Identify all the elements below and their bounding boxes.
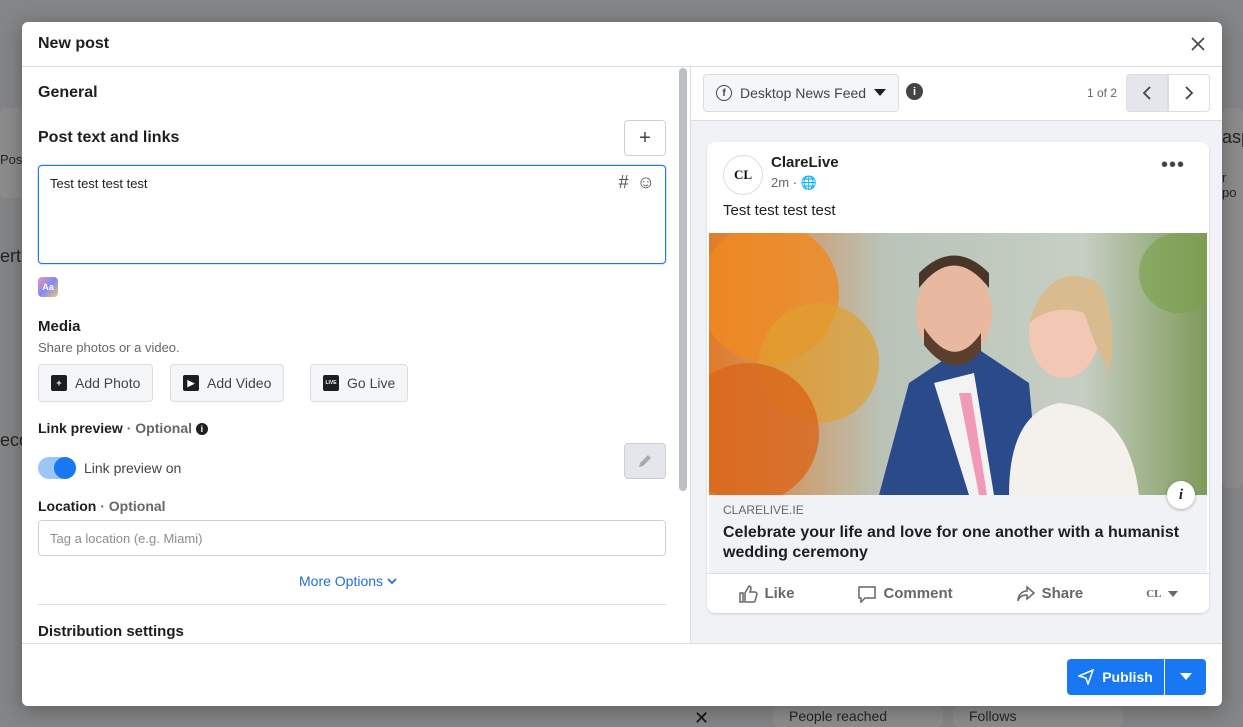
- live-icon: LIVE: [323, 375, 339, 391]
- optional-label: · Optional: [100, 498, 166, 514]
- distribution-settings-heading[interactable]: Distribution settings: [38, 623, 184, 640]
- add-photo-label: Add Photo: [75, 375, 141, 391]
- preview-post-text: Test test test test: [723, 202, 836, 219]
- location-title: Location: [38, 498, 97, 514]
- info-icon[interactable]: i: [195, 423, 208, 436]
- pencil-icon: [639, 455, 651, 467]
- go-live-label: Go Live: [347, 375, 396, 391]
- link-preview-image: [709, 233, 1207, 495]
- comment-button[interactable]: Comment: [857, 585, 953, 603]
- like-button[interactable]: Like: [738, 584, 795, 603]
- add-photo-icon: +: [51, 375, 67, 391]
- more-options-label: More Options: [299, 573, 384, 589]
- post-timestamp: 2m · 🌐: [771, 175, 817, 191]
- post-text-input[interactable]: Test test test test # ☺: [38, 165, 666, 264]
- text-format-icon[interactable]: Aa: [38, 277, 58, 297]
- plus-icon: +: [639, 126, 651, 149]
- add-post-variant-button[interactable]: +: [624, 120, 666, 156]
- more-options-link[interactable]: More Options: [299, 573, 397, 589]
- info-icon[interactable]: i: [1167, 481, 1195, 509]
- page-avatar: CL: [723, 155, 763, 195]
- info-icon[interactable]: i: [906, 83, 923, 100]
- link-preview-box[interactable]: CLARELIVE.IE Celebrate your life and lov…: [709, 495, 1207, 573]
- share-icon: [1016, 584, 1035, 601]
- go-live-button[interactable]: LIVE Go Live: [310, 364, 409, 402]
- media-heading: Media: [38, 318, 81, 335]
- hashtag-icon[interactable]: #: [619, 172, 629, 193]
- link-preview-heading: Link preview · Optional i: [38, 420, 208, 436]
- editor-scrollbar[interactable]: [679, 68, 687, 491]
- next-preview-button[interactable]: [1168, 74, 1210, 112]
- location-input[interactable]: [38, 520, 666, 556]
- close-button[interactable]: [1186, 32, 1210, 56]
- share-button[interactable]: Share: [1016, 584, 1084, 603]
- dialog-title: New post: [38, 35, 110, 52]
- share-label: Share: [1041, 585, 1084, 602]
- thumbs-up-icon: [739, 584, 759, 603]
- comment-label: Comment: [883, 585, 953, 602]
- caret-down-icon: [874, 89, 887, 96]
- post-editor-panel: General Post text and links + Test test …: [22, 67, 690, 643]
- link-domain: CLARELIVE.IE: [723, 503, 804, 517]
- page-name: ClareLive: [771, 154, 839, 171]
- publish-options-dropdown[interactable]: [1165, 659, 1206, 695]
- link-headline: Celebrate your life and love for one ano…: [723, 524, 1180, 561]
- video-icon: ▶: [183, 375, 199, 391]
- page-avatar-small-icon: CL: [1146, 587, 1162, 600]
- caret-down-icon: [1179, 673, 1192, 680]
- chevron-right-icon: [1185, 86, 1194, 100]
- divider: [38, 604, 666, 605]
- chevron-down-icon: [387, 578, 397, 585]
- post-time-text: 2m ·: [771, 175, 797, 190]
- close-icon: [1191, 37, 1205, 51]
- media-subtitle: Share photos or a video.: [38, 340, 180, 355]
- preview-toolbar: f Desktop News Feed i 1 of 2: [691, 67, 1222, 121]
- wedding-photo: [709, 233, 1207, 495]
- add-photo-button[interactable]: + Add Photo: [38, 364, 154, 402]
- add-video-button[interactable]: ▶ Add Video: [170, 364, 285, 402]
- placement-dropdown[interactable]: f Desktop News Feed: [703, 74, 900, 112]
- send-icon: [1078, 669, 1095, 685]
- placement-label: Desktop News Feed: [740, 85, 867, 101]
- general-heading: General: [38, 84, 98, 101]
- link-preview-title: Link preview: [38, 420, 123, 436]
- page-reaction-selector[interactable]: CL: [1146, 587, 1178, 600]
- publish-button[interactable]: Publish: [1067, 659, 1164, 695]
- dialog-header: New post: [22, 22, 1222, 67]
- comment-icon: [858, 585, 877, 603]
- post-preview-card: CL ClareLive 2m · 🌐 ••• Test test test t…: [707, 142, 1209, 613]
- emoji-icon[interactable]: ☺: [637, 172, 655, 193]
- preview-panel: f Desktop News Feed i 1 of 2 CL ClareLiv…: [691, 67, 1222, 643]
- optional-label: · Optional: [126, 420, 193, 436]
- post-actions-bar: Like Comment Share CL: [707, 573, 1209, 613]
- post-text-heading: Post text and links: [38, 129, 180, 146]
- dialog-footer: Publish: [22, 643, 1222, 706]
- preview-pager-count: 1 of 2: [1087, 86, 1118, 100]
- new-post-dialog: New post General Post text and links + T…: [22, 22, 1222, 706]
- link-preview-toggle[interactable]: [38, 457, 76, 479]
- facebook-icon: f: [716, 85, 732, 101]
- post-text-value: Test test test test: [50, 176, 148, 191]
- previous-preview-button[interactable]: [1126, 74, 1168, 112]
- location-heading: Location · Optional: [38, 498, 166, 514]
- globe-icon: 🌐: [800, 175, 817, 190]
- link-preview-toggle-label: Link preview on: [84, 460, 182, 476]
- add-video-label: Add Video: [207, 375, 272, 391]
- caret-down-icon: [1167, 590, 1178, 597]
- like-label: Like: [764, 585, 795, 602]
- chevron-left-icon: [1142, 86, 1151, 100]
- publish-label: Publish: [1102, 669, 1153, 685]
- edit-link-preview-button[interactable]: [624, 443, 666, 479]
- more-options-icon[interactable]: •••: [1161, 155, 1185, 175]
